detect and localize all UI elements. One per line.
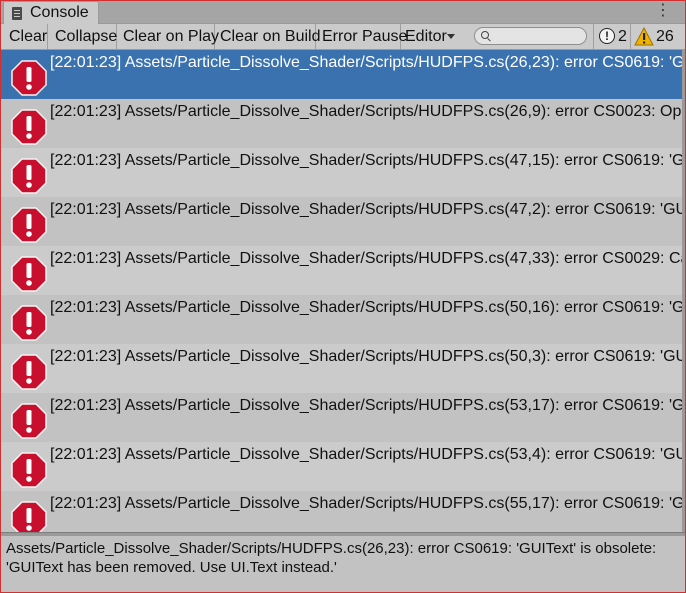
log-row[interactable]: [22:01:23] Assets/Particle_Dissolve_Shad…	[1, 246, 685, 295]
error-icon	[11, 60, 47, 96]
tab-console[interactable]: Console	[3, 1, 99, 25]
log-message: [22:01:23] Assets/Particle_Dissolve_Shad…	[50, 299, 685, 316]
warning-count: 26	[656, 28, 674, 45]
error-filter-toggle[interactable]: ! 2	[593, 24, 631, 49]
log-row[interactable]: [22:01:23] Assets/Particle_Dissolve_Shad…	[1, 442, 685, 491]
log-row[interactable]: [22:01:23] Assets/Particle_Dissolve_Shad…	[1, 50, 685, 99]
log-row[interactable]: [22:01:23] Assets/Particle_Dissolve_Shad…	[1, 148, 685, 197]
error-badge-icon: !	[599, 28, 615, 44]
log-row[interactable]: [22:01:23] Assets/Particle_Dissolve_Shad…	[1, 344, 685, 393]
log-message: [22:01:23] Assets/Particle_Dissolve_Shad…	[50, 397, 685, 414]
search-icon	[481, 31, 489, 39]
search-field[interactable]	[474, 27, 587, 45]
log-list[interactable]: [22:01:23] Assets/Particle_Dissolve_Shad…	[1, 50, 685, 532]
log-detail-text: Assets/Particle_Dissolve_Shader/Scripts/…	[6, 540, 657, 576]
search-input[interactable]	[493, 29, 581, 43]
tab-title: Console	[30, 4, 89, 21]
clear-on-play-toggle[interactable]: Clear on Play	[117, 24, 219, 49]
log-message: [22:01:23] Assets/Particle_Dissolve_Shad…	[50, 348, 685, 365]
kebab-menu-icon[interactable]: ⋮	[655, 2, 671, 20]
error-icon	[11, 256, 47, 292]
log-row[interactable]: [22:01:23] Assets/Particle_Dissolve_Shad…	[1, 295, 685, 344]
editor-dropdown-label: Editor	[405, 28, 447, 45]
log-detail-panel: Assets/Particle_Dissolve_Shader/Scripts/…	[1, 536, 685, 592]
error-icon	[11, 501, 47, 532]
log-message: [22:01:23] Assets/Particle_Dissolve_Shad…	[50, 201, 685, 218]
warning-icon	[634, 27, 654, 46]
clear-button[interactable]: Clear	[1, 24, 48, 49]
collapse-toggle[interactable]: Collapse	[48, 24, 117, 49]
console-window: Console ⋮ Clear Collapse Clear on Play C…	[0, 0, 686, 593]
log-message: [22:01:23] Assets/Particle_Dissolve_Shad…	[50, 446, 685, 463]
error-icon	[11, 452, 47, 488]
console-toolbar: Clear Collapse Clear on Play Clear on Bu…	[1, 24, 685, 50]
tab-bar: Console ⋮	[1, 1, 685, 25]
chevron-down-icon	[447, 34, 455, 39]
error-icon	[11, 354, 47, 390]
log-row[interactable]: [22:01:23] Assets/Particle_Dissolve_Shad…	[1, 491, 685, 532]
log-message: [22:01:23] Assets/Particle_Dissolve_Shad…	[50, 250, 685, 267]
clear-on-build-toggle[interactable]: Clear on Build	[215, 24, 321, 49]
editor-dropdown[interactable]: Editor	[401, 24, 459, 49]
log-row[interactable]: [22:01:23] Assets/Particle_Dissolve_Shad…	[1, 393, 685, 442]
console-icon	[12, 7, 22, 20]
log-message: [22:01:23] Assets/Particle_Dissolve_Shad…	[50, 152, 685, 169]
log-message: [22:01:23] Assets/Particle_Dissolve_Shad…	[50, 495, 685, 512]
log-message: [22:01:23] Assets/Particle_Dissolve_Shad…	[50, 103, 685, 120]
log-row[interactable]: [22:01:23] Assets/Particle_Dissolve_Shad…	[1, 197, 685, 246]
error-icon	[11, 158, 47, 194]
log-row[interactable]: [22:01:23] Assets/Particle_Dissolve_Shad…	[1, 99, 685, 148]
scrollbar[interactable]	[682, 50, 685, 532]
error-icon	[11, 305, 47, 341]
error-count: 2	[618, 28, 627, 45]
log-message: [22:01:23] Assets/Particle_Dissolve_Shad…	[50, 54, 685, 71]
warning-filter-toggle[interactable]: 26	[631, 24, 685, 49]
error-icon	[11, 207, 47, 243]
error-icon	[11, 403, 47, 439]
error-icon	[11, 109, 47, 145]
error-pause-toggle[interactable]: Error Pause	[316, 24, 407, 49]
